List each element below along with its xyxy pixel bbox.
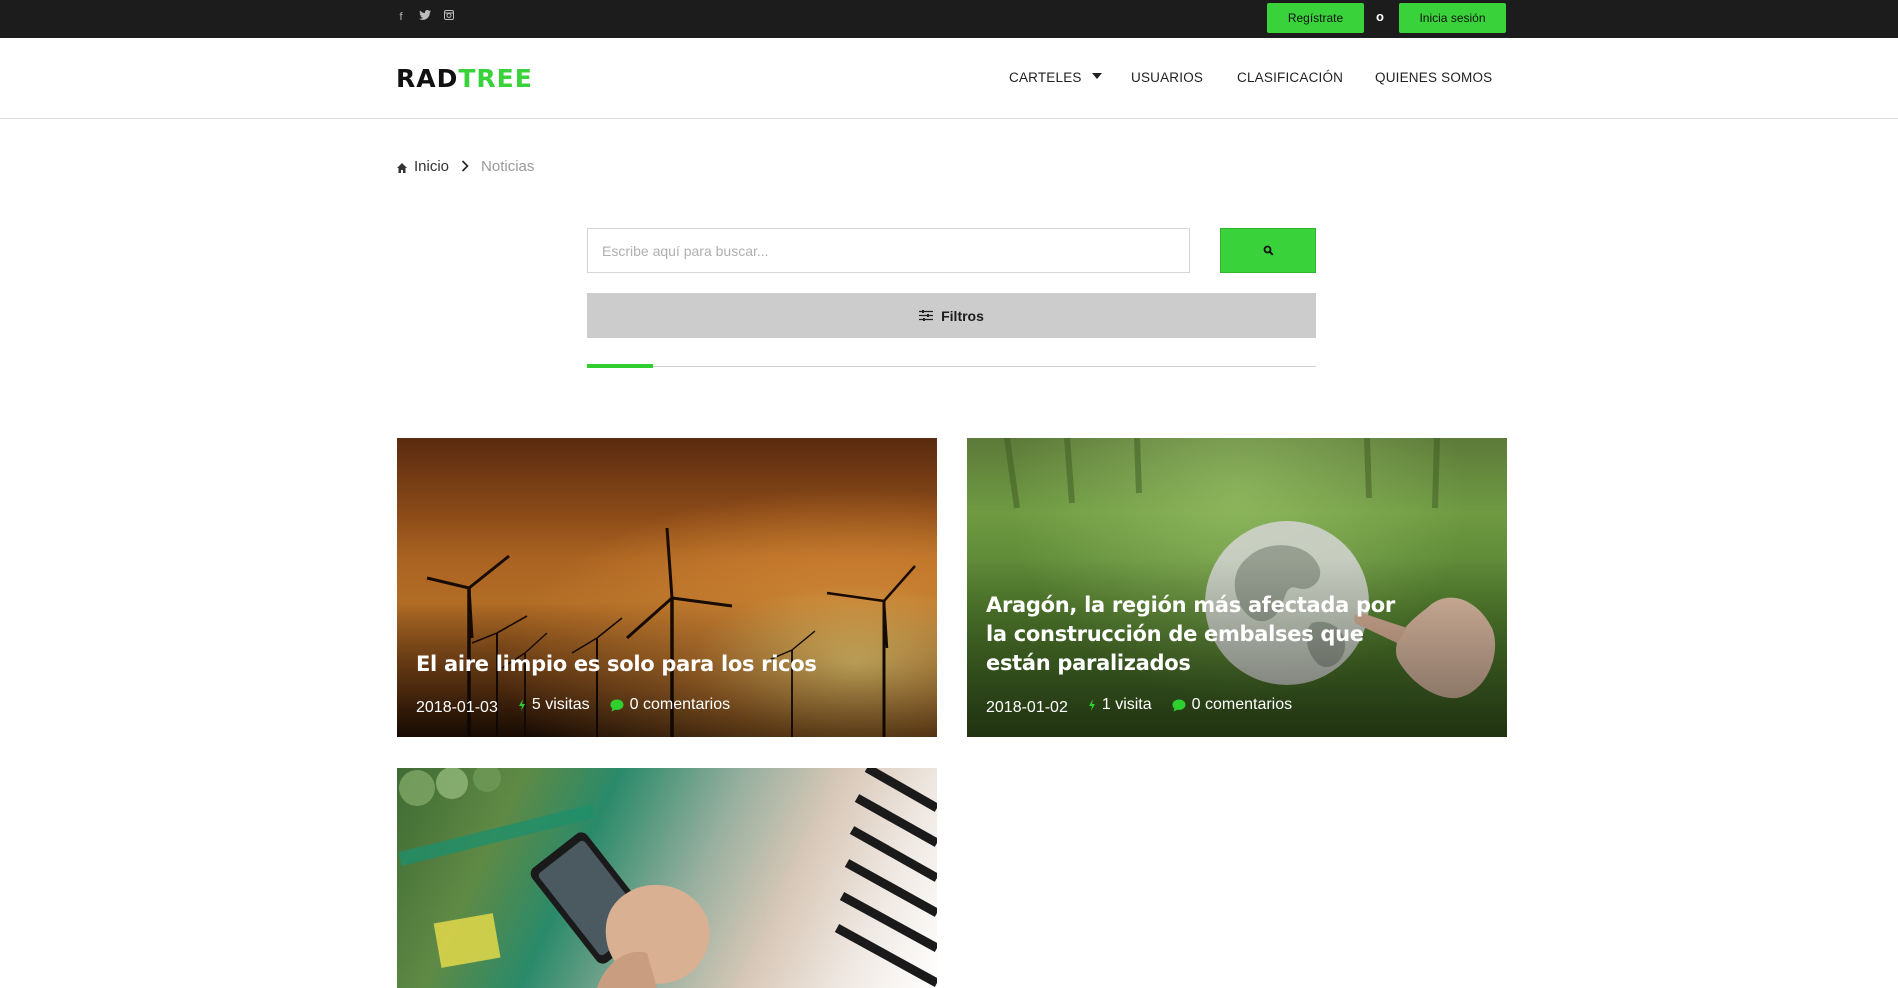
bolt-icon (1088, 699, 1095, 711)
nav-item-usuarios[interactable]: USUARIOS (1131, 70, 1203, 85)
card-meta: 2018-01-03 5 visitas 0 comentarios (416, 696, 731, 716)
comment-icon (1172, 699, 1186, 711)
social-links: f (395, 10, 455, 24)
phone-shopping-image (398, 768, 937, 988)
card-visits: 1 visita (1088, 696, 1152, 714)
nav-item-carteles[interactable]: CARTELES (1009, 70, 1102, 85)
card-overlay (397, 438, 937, 737)
bolt-icon (518, 699, 525, 711)
breadcrumb-current: Noticias (481, 158, 535, 175)
search-input[interactable] (587, 228, 1190, 273)
results-progress-track (587, 364, 1316, 368)
filters-label: Filtros (941, 307, 984, 324)
nav-item-quienes-somos[interactable]: QUIENES SOMOS (1375, 70, 1492, 85)
card-visits-label: 1 visita (1101, 696, 1152, 713)
breadcrumb: Inicio Noticias (396, 158, 534, 175)
logo-part-rad: RAD (396, 64, 459, 93)
nav-item-clasificacion[interactable]: CLASIFICACIÓN (1237, 70, 1343, 85)
card-date: 2018-01-03 (416, 699, 498, 716)
card-comments: 0 comentarios (1172, 696, 1293, 714)
or-separator: o (1376, 9, 1384, 24)
comment-icon (610, 699, 624, 711)
facebook-icon[interactable]: f (395, 10, 407, 24)
card-visits-label: 5 visitas (531, 696, 590, 713)
card-comments-label: 0 comentarios (1191, 696, 1293, 713)
top-bar: f Regístrate o Inicia sesión (0, 0, 1898, 38)
breadcrumb-home-link[interactable]: Inicio (414, 158, 449, 175)
instagram-icon[interactable] (443, 10, 455, 24)
register-button[interactable]: Regístrate (1267, 3, 1364, 33)
news-card[interactable] (397, 768, 937, 988)
news-card[interactable]: Aragón, la región más afectada por la co… (967, 438, 1507, 737)
caret-down-icon (1091, 73, 1102, 80)
card-title: El aire limpio es solo para los ricos (416, 652, 817, 676)
card-visits: 5 visitas (518, 696, 590, 714)
chevron-right-icon (461, 159, 469, 175)
login-button[interactable]: Inicia sesión (1399, 3, 1506, 33)
sliders-icon (919, 310, 934, 321)
home-icon (396, 161, 410, 175)
card-title: Aragón, la región más afectada por la co… (986, 593, 1395, 675)
site-logo[interactable]: RADTREE (396, 64, 533, 93)
twitter-icon[interactable] (419, 10, 431, 24)
logo-part-tree: TREE (458, 64, 533, 93)
card-comments: 0 comentarios (610, 696, 731, 714)
nav-label-carteles: CARTELES (1009, 70, 1082, 85)
filters-button[interactable]: Filtros (587, 293, 1316, 338)
card-date: 2018-01-02 (986, 699, 1068, 716)
search-icon (1263, 245, 1274, 256)
results-progress-fill (587, 364, 653, 368)
card-comments-label: 0 comentarios (629, 696, 731, 713)
card-meta: 2018-01-02 1 visita 0 comentarios (986, 696, 1293, 716)
card-overlay (967, 438, 1507, 737)
news-card[interactable]: El aire limpio es solo para los ricos 20… (397, 438, 937, 737)
search-button[interactable] (1220, 228, 1316, 273)
main-header: RADTREE CARTELES USUARIOS CLASIFICACIÓN … (0, 38, 1898, 119)
